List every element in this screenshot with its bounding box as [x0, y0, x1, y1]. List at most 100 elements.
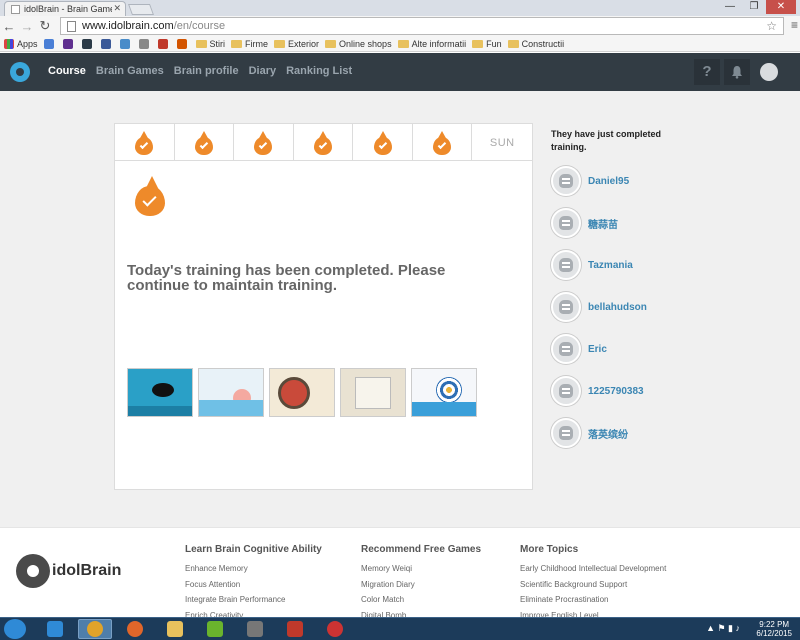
footer-link[interactable]: Migration Diary [361, 577, 481, 593]
completer-row[interactable]: Eric [551, 328, 771, 370]
taskbar-app-chrome[interactable] [78, 619, 112, 639]
footer-link[interactable]: Integrate Brain Performance [185, 592, 322, 608]
game-thumb-boats[interactable] [198, 368, 264, 417]
browser-titlebar: idolBrain - Brain Games & ✕ — ❐ ✕ [0, 0, 800, 16]
bookmark-item[interactable] [119, 38, 133, 49]
footer-link[interactable]: Enhance Memory [185, 561, 322, 577]
completer-row[interactable]: 1225790383 [551, 370, 771, 412]
notification-bell-button[interactable] [724, 59, 750, 85]
bookmark-item[interactable]: Apps [4, 38, 38, 49]
site-favicon-icon [157, 38, 168, 49]
bookmark-item[interactable]: Firme [231, 39, 268, 49]
footer-link[interactable]: Early Childhood Intellectual Development [520, 561, 666, 577]
footer-link[interactable]: Memory Weiqi [361, 561, 481, 577]
footer-logo-icon [16, 554, 50, 588]
help-button[interactable]: ? [694, 59, 720, 85]
window-close-icon[interactable]: ✕ [766, 0, 796, 14]
completed-day-flame-icon [134, 130, 154, 155]
new-tab-button[interactable] [127, 4, 155, 15]
bookmark-item[interactable] [157, 38, 171, 49]
forward-arrow-icon[interactable]: → [18, 19, 36, 34]
maximize-icon[interactable]: ❐ [742, 0, 766, 14]
nav-course[interactable]: Course [48, 65, 86, 77]
taskbar-app-ie[interactable] [38, 619, 72, 639]
game-thumbnails [127, 368, 482, 417]
footer-link[interactable]: Eliminate Procrastination [520, 592, 666, 608]
week-day [413, 124, 473, 161]
url-path: /en/course [173, 20, 226, 32]
game-thumb-puzzle[interactable] [340, 368, 406, 417]
recent-completers: They have just completed training. Danie… [551, 128, 771, 454]
bookmark-star-icon[interactable]: ☆ [766, 19, 777, 33]
bookmark-item[interactable] [100, 38, 114, 49]
completer-name[interactable]: 糖蒜苗 [588, 216, 618, 231]
chrome-icon [87, 621, 103, 637]
completer-row[interactable]: 糖蒜苗 [551, 202, 771, 244]
nav-diary[interactable]: Diary [249, 65, 277, 77]
bookmark-item[interactable] [81, 38, 95, 49]
bookmark-label: Stiri [209, 38, 226, 49]
back-arrow-icon[interactable]: ← [0, 19, 18, 34]
nav-brain-profile[interactable]: Brain profile [174, 65, 239, 77]
site-footer: idolBrain Learn Brain Cognitive Ability E… [0, 527, 800, 620]
game-thumb-target[interactable] [411, 368, 477, 417]
week-day [175, 124, 235, 161]
completer-name[interactable]: 落英缤纷 [588, 426, 628, 441]
completer-name[interactable]: Tazmania [588, 260, 633, 271]
nvidia-icon [207, 621, 223, 637]
completer-name[interactable]: Daniel95 [588, 176, 629, 187]
bookmark-item[interactable]: Exterior [274, 39, 319, 49]
idolbrain-logo-icon[interactable] [10, 62, 30, 82]
start-button[interactable] [4, 619, 26, 639]
completer-name[interactable]: Eric [588, 344, 607, 355]
bookmark-item[interactable] [43, 38, 57, 49]
footer-column-heading: Learn Brain Cognitive Ability [185, 544, 322, 555]
bookmark-item[interactable]: Stiri [195, 38, 226, 49]
footer-link[interactable]: Scientific Background Support [520, 577, 666, 593]
completer-name[interactable]: 1225790383 [588, 386, 644, 397]
nav-brain-games[interactable]: Brain Games [96, 65, 164, 77]
bookmarks-bar: Apps Stiri Firme Exterior Online shops Alte i… [0, 36, 800, 52]
week-day [294, 124, 354, 161]
taskbar-app-opera[interactable] [318, 619, 352, 639]
taskbar-app-m-app[interactable] [238, 619, 272, 639]
footer-link[interactable]: Focus Attention [185, 577, 322, 593]
footer-link[interactable]: Color Match [361, 592, 481, 608]
user-avatar-icon[interactable] [760, 63, 778, 81]
bookmark-item[interactable]: Fun [472, 39, 502, 49]
completer-name[interactable]: bellahudson [588, 302, 647, 313]
taskbar-clock[interactable]: 9:22 PM 6/12/2015 [756, 620, 792, 638]
taskbar-app-firefox[interactable] [118, 619, 152, 639]
address-bar[interactable]: www.idolbrain.com/en/course ☆ [60, 17, 784, 35]
nav-ranking-list[interactable]: Ranking List [286, 65, 352, 77]
bookmark-item[interactable] [176, 38, 190, 49]
stamp-icon [278, 377, 310, 409]
bookmark-item[interactable]: Constructii [507, 39, 564, 49]
minimize-icon[interactable]: — [718, 0, 742, 14]
bookmark-label: Fun [486, 38, 502, 49]
reload-icon[interactable]: ↻ [36, 18, 54, 34]
browser-tab[interactable]: idolBrain - Brain Games & ✕ [4, 1, 126, 16]
close-tab-icon[interactable]: ✕ [113, 3, 121, 14]
bookmark-item[interactable] [138, 38, 152, 49]
opera-icon [327, 621, 343, 637]
completer-row[interactable]: 落英缤纷 [551, 412, 771, 454]
footer-column-heading: More Topics [520, 544, 579, 555]
taskbar-app-120x[interactable] [278, 619, 312, 639]
bookmark-item[interactable] [62, 38, 76, 49]
taskbar-app-explorer[interactable] [158, 619, 192, 639]
bookmark-item[interactable]: Alte informatii [397, 39, 466, 49]
footer-column: Recommend Free Games Memory Weiqi Migratio… [361, 544, 481, 623]
bookmark-item[interactable]: Online shops [325, 39, 392, 49]
completer-row[interactable]: bellahudson [551, 286, 771, 328]
completer-row[interactable]: Daniel95 [551, 160, 771, 202]
folder-icon [325, 39, 337, 48]
game-thumb-stamp[interactable] [269, 368, 335, 417]
footer-logo[interactable]: idolBrain [16, 554, 121, 588]
tab-title: idolBrain - Brain Games & [24, 4, 112, 14]
game-thumb-fish[interactable] [127, 368, 193, 417]
firefox-icon [127, 621, 143, 637]
browser-menu-icon[interactable]: ≡ [791, 18, 798, 32]
taskbar-app-nvidia[interactable] [198, 619, 232, 639]
completer-row[interactable]: Tazmania [551, 244, 771, 286]
